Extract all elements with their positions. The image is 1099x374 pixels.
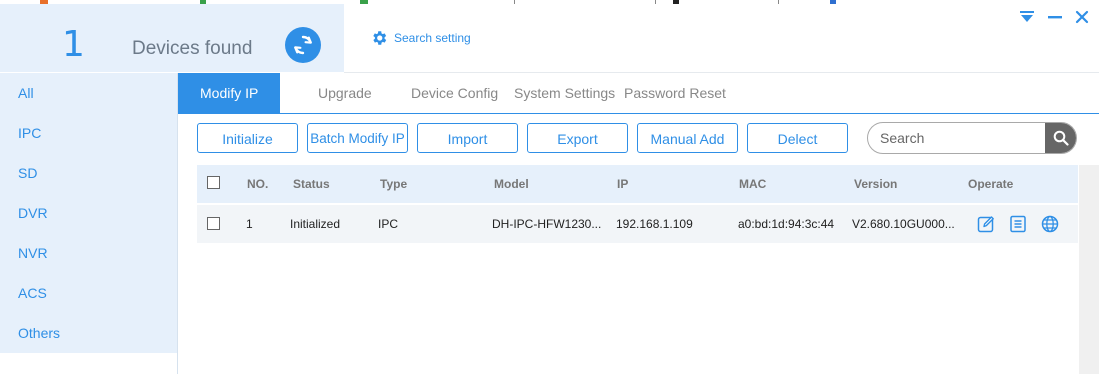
manual-add-button[interactable]: Manual Add bbox=[637, 123, 738, 153]
devices-found-label: Devices found bbox=[132, 38, 253, 59]
delete-button[interactable]: Delect bbox=[747, 123, 848, 153]
sidebar-item-nvr[interactable]: NVR bbox=[0, 233, 177, 273]
tab-modify-ip[interactable]: Modify IP bbox=[178, 73, 281, 113]
sidebar-item-sd[interactable]: SD bbox=[0, 153, 177, 193]
search-input[interactable] bbox=[878, 129, 1042, 147]
cell-ip: 192.168.1.109 bbox=[616, 217, 693, 231]
column-header-model: Model bbox=[494, 177, 529, 191]
search-icon bbox=[1053, 130, 1069, 146]
web-icon[interactable] bbox=[1040, 214, 1060, 234]
background-fragment bbox=[360, 0, 368, 4]
refresh-icon bbox=[291, 33, 315, 57]
tab-upgrade[interactable]: Upgrade bbox=[318, 73, 372, 113]
close-icon bbox=[1075, 10, 1089, 24]
background-fragment bbox=[830, 0, 836, 4]
table-header: NO. Status Type Model IP MAC Version Ope… bbox=[197, 165, 1078, 203]
window-controls bbox=[1019, 10, 1089, 24]
column-header-status: Status bbox=[293, 177, 330, 191]
search-box bbox=[867, 122, 1077, 154]
background-fragment bbox=[673, 0, 679, 4]
device-type-sidebar: All IPC SD DVR NVR ACS Others bbox=[0, 73, 178, 353]
column-header-no: NO. bbox=[247, 177, 269, 191]
search-button[interactable] bbox=[1045, 123, 1076, 153]
minimize-icon bbox=[1048, 16, 1062, 19]
select-all-checkbox[interactable] bbox=[207, 176, 220, 189]
cell-version: V2.680.10GU000... bbox=[852, 217, 955, 231]
column-header-type: Type bbox=[380, 177, 408, 191]
sidebar-item-dvr[interactable]: DVR bbox=[0, 193, 177, 233]
column-header-version: Version bbox=[854, 177, 898, 191]
sidebar-empty-area bbox=[0, 353, 178, 374]
cell-status: Initialized bbox=[290, 217, 341, 231]
search-setting-label: Search setting bbox=[394, 31, 471, 45]
tab-device-config[interactable]: Device Config bbox=[411, 73, 498, 113]
table-row[interactable]: 1 Initialized IPC DH-IPC-HFW1230... 192.… bbox=[197, 205, 1078, 243]
cell-no: 1 bbox=[246, 217, 253, 231]
sidebar-item-acs[interactable]: ACS bbox=[0, 273, 177, 313]
column-header-operate: Operate bbox=[968, 177, 1014, 191]
background-fragment bbox=[655, 0, 656, 4]
tab-password-reset[interactable]: Password Reset bbox=[624, 73, 726, 113]
background-fragment bbox=[514, 0, 515, 4]
close-button[interactable] bbox=[1075, 10, 1089, 24]
devices-found-panel: 1 Devices found bbox=[0, 4, 344, 72]
background-fragment bbox=[778, 0, 779, 4]
sidebar-item-ipc[interactable]: IPC bbox=[0, 113, 177, 153]
cell-mac: a0:bd:1d:94:3c:44 bbox=[738, 217, 835, 231]
refresh-button[interactable] bbox=[285, 27, 321, 63]
device-count: 1 bbox=[62, 24, 85, 65]
import-button[interactable]: Import bbox=[417, 123, 518, 153]
vertical-scrollbar[interactable] bbox=[1079, 165, 1099, 374]
cell-type: IPC bbox=[378, 217, 399, 231]
initialize-button[interactable]: Initialize bbox=[197, 123, 298, 153]
column-header-mac: MAC bbox=[739, 177, 767, 191]
column-header-ip: IP bbox=[617, 177, 629, 191]
main-tabs: Modify IP Upgrade Device Config System S… bbox=[178, 73, 1099, 114]
sidebar-item-all[interactable]: All bbox=[0, 73, 177, 113]
details-icon[interactable] bbox=[1008, 214, 1028, 234]
dropdown-icon bbox=[1020, 11, 1034, 22]
gear-icon bbox=[370, 29, 388, 47]
edit-icon[interactable] bbox=[976, 214, 996, 234]
minimize-button[interactable] bbox=[1047, 10, 1063, 24]
dropdown-menu-button[interactable] bbox=[1019, 10, 1035, 24]
sidebar-item-others[interactable]: Others bbox=[0, 313, 177, 353]
tab-system-settings[interactable]: System Settings bbox=[514, 73, 615, 113]
batch-modify-ip-button[interactable]: Batch Modify IP bbox=[307, 123, 408, 153]
search-setting-button[interactable]: Search setting bbox=[370, 29, 471, 47]
export-button[interactable]: Export bbox=[527, 123, 628, 153]
cell-model: DH-IPC-HFW1230... bbox=[492, 217, 602, 231]
row-checkbox[interactable] bbox=[207, 217, 220, 230]
